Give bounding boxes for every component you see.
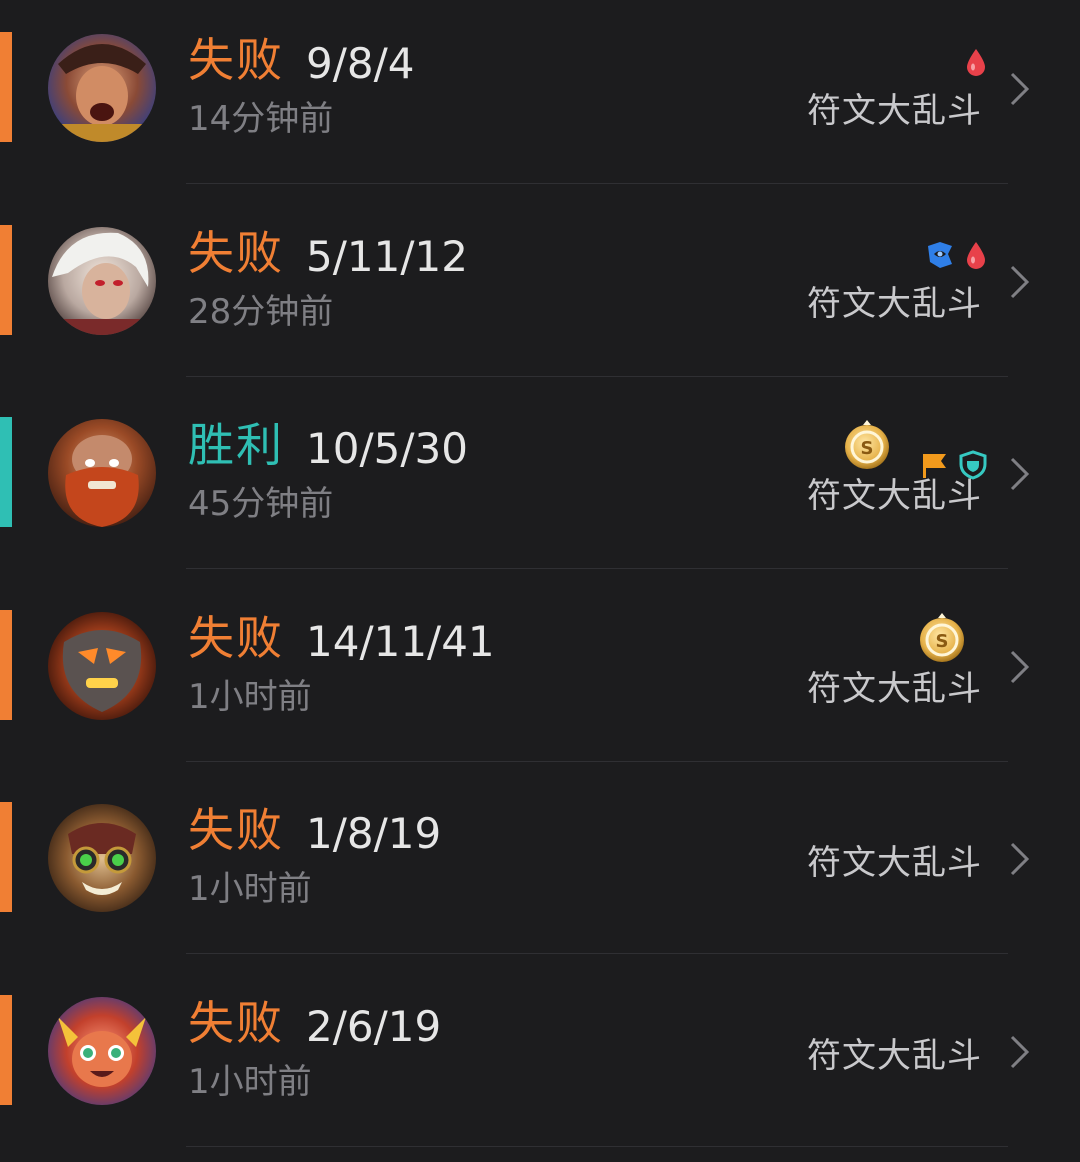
svg-text:S: S bbox=[861, 438, 874, 459]
champion-avatar bbox=[48, 227, 156, 335]
result-indicator-bar bbox=[0, 610, 12, 720]
result-indicator-bar bbox=[0, 32, 12, 142]
match-row[interactable]: 失败 2/6/19 1小时前 符文大乱斗 bbox=[0, 963, 1080, 1155]
chevron-right-icon[interactable] bbox=[1008, 648, 1032, 686]
match-result: 胜利 bbox=[188, 418, 284, 472]
kda-score: 14/11/41 bbox=[306, 617, 495, 666]
chevron-right-icon[interactable] bbox=[1008, 840, 1032, 878]
match-time: 1小时前 bbox=[188, 1062, 312, 1102]
chevron-right-icon[interactable] bbox=[1008, 455, 1032, 493]
champion-avatar bbox=[48, 804, 156, 912]
svg-text:S: S bbox=[936, 631, 949, 652]
result-indicator-bar bbox=[0, 225, 12, 335]
match-result: 失败 bbox=[188, 996, 284, 1050]
match-row[interactable]: 失败 14/11/41 1小时前 S 符文大乱斗 bbox=[0, 578, 1080, 770]
champion-avatar bbox=[48, 34, 156, 142]
game-mode: 符文大乱斗 bbox=[807, 669, 982, 709]
match-row[interactable]: 胜利 10/5/30 45分钟前 S 符文大乱斗 bbox=[0, 385, 1080, 577]
first-blood-icon bbox=[967, 242, 985, 269]
chevron-right-icon[interactable] bbox=[1008, 263, 1032, 301]
kda-score: 9/8/4 bbox=[306, 39, 415, 88]
game-mode: 符文大乱斗 bbox=[807, 1036, 982, 1076]
champion-avatar bbox=[48, 612, 156, 720]
first-blood-icon bbox=[967, 49, 985, 76]
champion-avatar bbox=[48, 419, 156, 527]
game-mode: 符文大乱斗 bbox=[807, 284, 982, 324]
kda-score: 1/8/19 bbox=[306, 809, 442, 858]
match-result: 失败 bbox=[188, 33, 284, 87]
result-indicator-bar bbox=[0, 417, 12, 527]
kda-score: 10/5/30 bbox=[306, 424, 468, 473]
match-row[interactable]: 失败 5/11/12 28分钟前 符文大乱斗 bbox=[0, 193, 1080, 385]
badge-group bbox=[964, 44, 988, 80]
match-result: 失败 bbox=[188, 803, 284, 857]
row-divider bbox=[186, 761, 1008, 762]
match-row[interactable]: 失败 1/8/19 1小时前 符文大乱斗 bbox=[0, 770, 1080, 962]
support-shield-icon bbox=[928, 242, 952, 268]
row-divider bbox=[186, 953, 1008, 954]
badge-group bbox=[924, 237, 988, 273]
row-divider bbox=[186, 568, 1008, 569]
chevron-right-icon[interactable] bbox=[1008, 70, 1032, 108]
match-time: 28分钟前 bbox=[188, 292, 334, 332]
match-result: 失败 bbox=[188, 226, 284, 280]
game-mode: 符文大乱斗 bbox=[807, 91, 982, 131]
match-history-list: 失败 9/8/4 14分钟前 符文大乱斗 失败 5/11/12 28分钟前 符文… bbox=[0, 0, 1080, 1162]
game-mode: 符文大乱斗 bbox=[807, 476, 982, 516]
gold-coin-icon: S bbox=[845, 420, 889, 469]
result-indicator-bar bbox=[0, 995, 12, 1105]
kda-score: 5/11/12 bbox=[306, 232, 468, 281]
match-time: 14分钟前 bbox=[188, 99, 334, 139]
match-time: 1小时前 bbox=[188, 677, 312, 717]
kda-score: 2/6/19 bbox=[306, 1002, 442, 1051]
gold-coin-icon: S bbox=[920, 613, 964, 662]
champion-avatar bbox=[48, 997, 156, 1105]
chevron-right-icon[interactable] bbox=[1008, 1033, 1032, 1071]
game-mode: 符文大乱斗 bbox=[807, 843, 982, 883]
row-divider bbox=[186, 376, 1008, 377]
match-time: 45分钟前 bbox=[188, 484, 334, 524]
row-divider bbox=[186, 183, 1008, 184]
result-indicator-bar bbox=[0, 802, 12, 912]
match-result: 失败 bbox=[188, 611, 284, 665]
row-divider bbox=[186, 1146, 1008, 1147]
match-row[interactable]: 失败 9/8/4 14分钟前 符文大乱斗 bbox=[0, 0, 1080, 192]
match-time: 1小时前 bbox=[188, 869, 312, 909]
